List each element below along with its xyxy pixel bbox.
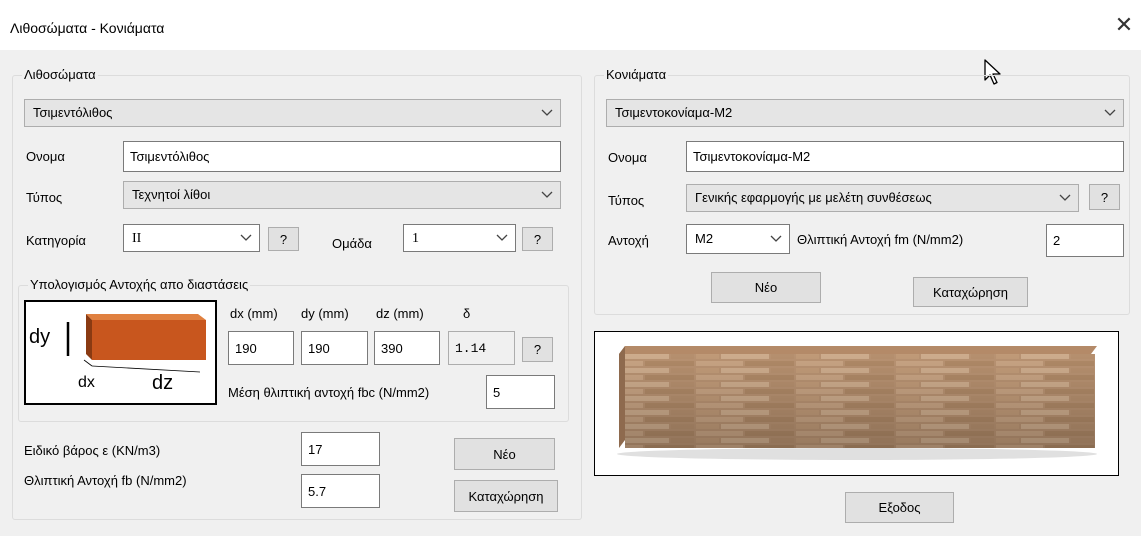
fb-label: Θλιπτική Αντοχή fb (N/mm2) bbox=[24, 473, 187, 488]
lithosoma-name-field[interactable]: Τσιμεντόλιθος bbox=[123, 141, 561, 172]
group-label: Ομάδα bbox=[332, 236, 372, 251]
chevron-down-icon bbox=[495, 225, 509, 251]
type-label: Τύπος bbox=[26, 190, 63, 205]
mortar-name-field[interactable]: Τσιμεντοκονίαμα-M2 bbox=[686, 141, 1124, 172]
chevron-down-icon bbox=[239, 225, 253, 251]
brick-wall-image bbox=[594, 331, 1119, 476]
dx-marker bbox=[83, 359, 93, 367]
mortar-type-help-button[interactable]: ? bbox=[1089, 184, 1120, 210]
delta-value: 1.14 bbox=[455, 340, 487, 356]
category-label: Κατηγορία bbox=[26, 233, 86, 248]
mortar-select[interactable]: Τσιμεντοκονίαμα-M2 bbox=[606, 99, 1124, 127]
chevron-down-icon bbox=[1058, 185, 1072, 211]
brick-top-face bbox=[86, 314, 206, 320]
delta-field: 1.14 bbox=[448, 331, 515, 365]
dx-field[interactable]: 190 bbox=[228, 331, 294, 365]
mortars-group-title: Κονιάματα bbox=[604, 67, 669, 83]
fb-value: 5.7 bbox=[308, 483, 327, 499]
lithosoma-select-value: Τσιμεντόλιθος bbox=[33, 105, 113, 120]
fbc-value: 5 bbox=[493, 384, 501, 400]
group-help-button[interactable]: ? bbox=[522, 227, 553, 251]
dy-header: dy (mm) bbox=[301, 306, 349, 321]
chevron-down-icon bbox=[1103, 100, 1117, 126]
dy-field[interactable]: 190 bbox=[301, 331, 368, 365]
mortar-new-button[interactable]: Νέο bbox=[711, 272, 821, 303]
diagram-dy-label: dy bbox=[29, 326, 51, 348]
mortar-type-value: Γενικής εφαρμογής με μελέτη συνθέσεως bbox=[695, 190, 932, 205]
mortar-strength-select[interactable]: M2 bbox=[686, 224, 790, 254]
chevron-down-icon bbox=[540, 100, 554, 126]
lithosomata-group-title: Λιθοσώματα bbox=[22, 67, 98, 83]
brick-side-face bbox=[86, 314, 92, 360]
brick-dimensions-diagram: dy dx dz bbox=[24, 300, 217, 405]
dx-header: dx (mm) bbox=[230, 306, 278, 321]
lithosoma-select[interactable]: Τσιμεντόλιθος bbox=[24, 99, 561, 127]
fm-value: 2 bbox=[1053, 233, 1061, 248]
strength-calc-title: Υπολογισμός Αντοχής απο διαστάσεις bbox=[28, 277, 251, 293]
weight-field[interactable]: 17 bbox=[301, 432, 380, 466]
category-help-button[interactable]: ? bbox=[268, 227, 299, 251]
lithosoma-name-value: Τσιμεντόλιθος bbox=[130, 149, 210, 164]
fm-label: Θλιπτική Αντοχή fm (N/mm2) bbox=[797, 232, 964, 247]
dx-value: 190 bbox=[235, 340, 257, 356]
mortar-save-button[interactable]: Καταχώρηση bbox=[913, 277, 1028, 307]
name-label: Ονομα bbox=[26, 149, 65, 164]
delta-help-button[interactable]: ? bbox=[522, 337, 553, 362]
lithosoma-type-value: Τεχνητοί λίθοι bbox=[132, 187, 211, 202]
title-bar bbox=[0, 0, 1141, 50]
fb-field[interactable]: 5.7 bbox=[301, 474, 380, 508]
mortar-type-label: Τύπος bbox=[608, 193, 645, 208]
chevron-down-icon bbox=[540, 182, 554, 208]
brick-front-face bbox=[92, 320, 206, 360]
exit-button[interactable]: Εξοδος bbox=[845, 492, 954, 523]
fm-field[interactable]: 2 bbox=[1046, 224, 1124, 257]
lithosoma-save-button[interactable]: Καταχώρηση bbox=[454, 480, 558, 512]
dz-value: 390 bbox=[381, 340, 403, 356]
mortar-type-select[interactable]: Γενικής εφαρμογής με μελέτη συνθέσεως bbox=[686, 184, 1079, 212]
window-title: Λιθοσώματα - Κονιάματα bbox=[10, 20, 165, 36]
group-value: 1 bbox=[412, 231, 419, 246]
mortar-strength-value: M2 bbox=[695, 231, 714, 246]
group-select[interactable]: 1 bbox=[403, 224, 516, 252]
chevron-down-icon bbox=[769, 225, 783, 253]
fbc-label: Μέση θλιπτική αντοχή fbc (N/mm2) bbox=[228, 385, 430, 400]
mortar-select-value: Τσιμεντοκονίαμα-M2 bbox=[615, 105, 733, 120]
lithosoma-type-select[interactable]: Τεχνητοί λίθοι bbox=[123, 181, 561, 209]
dy-value: 190 bbox=[308, 340, 330, 356]
diagram-dx-label: dx bbox=[78, 374, 95, 391]
category-value: II bbox=[132, 231, 142, 246]
weight-label: Ειδικό βάρος ε (KN/m3) bbox=[24, 443, 161, 458]
dz-marker bbox=[91, 365, 201, 373]
mortar-name-value: Τσιμεντοκονίαμα-M2 bbox=[693, 149, 811, 164]
lithosoma-new-button[interactable]: Νέο bbox=[454, 438, 555, 470]
category-select[interactable]: II bbox=[123, 224, 260, 252]
dz-header: dz (mm) bbox=[376, 306, 424, 321]
diagram-dz-label: dz bbox=[152, 372, 174, 394]
dz-field[interactable]: 390 bbox=[374, 331, 440, 365]
fbc-field[interactable]: 5 bbox=[486, 375, 555, 409]
mortar-strength-label: Αντοχή bbox=[608, 233, 649, 248]
delta-header: δ bbox=[463, 306, 471, 321]
mortar-name-label: Ονομα bbox=[608, 150, 647, 165]
close-icon[interactable]: ✕ bbox=[1112, 13, 1136, 37]
weight-value: 17 bbox=[308, 441, 323, 457]
